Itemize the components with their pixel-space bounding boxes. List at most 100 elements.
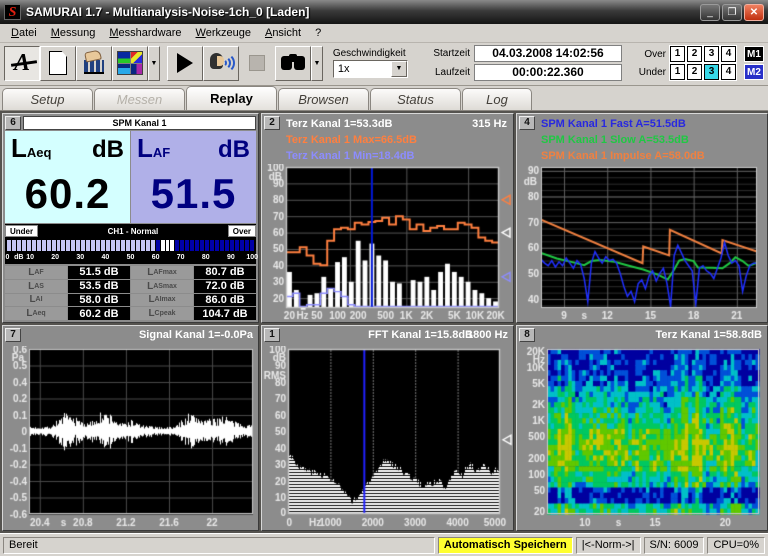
new-document-button[interactable] [40, 46, 76, 81]
autosave-indicator: Automatisch Speichern [438, 537, 573, 554]
m2-button[interactable]: M2 [744, 64, 764, 80]
panel-fft: 1 FFT Kanal 1=15.8dB 1800 Hz [261, 325, 514, 531]
meter-segment [175, 240, 179, 251]
stop-icon [249, 55, 265, 71]
stop-button[interactable] [239, 46, 275, 81]
terz-spectrum-chart[interactable] [262, 164, 513, 322]
meter-segment [235, 240, 239, 251]
tab-replay[interactable]: Replay [186, 86, 277, 110]
meter-segment [96, 240, 100, 251]
over-button-2[interactable]: 2 [687, 46, 702, 62]
panel-badge[interactable]: 7 [5, 328, 21, 342]
tab-messen[interactable]: Messen [94, 88, 185, 110]
meter-segment [42, 240, 46, 251]
meter-scale-label: dB [14, 254, 23, 261]
over-button-4[interactable]: 4 [721, 46, 736, 62]
fft-header: FFT Kanal 1=15.8dB [368, 329, 473, 341]
under-button-1[interactable]: 1 [670, 64, 685, 80]
level-value: 58.0 dB [68, 294, 130, 307]
over-button-3[interactable]: 3 [704, 46, 719, 62]
under-button-4[interactable]: 4 [721, 64, 736, 80]
panel-badge[interactable]: 2 [264, 116, 280, 130]
panel-badge[interactable]: 4 [519, 116, 535, 130]
report-button[interactable] [76, 46, 112, 81]
laufzeit-field: 00:00:22.360 [474, 64, 622, 81]
meter-scale-label: 0 [6, 254, 10, 261]
meter-scale-label: 90 [227, 254, 235, 261]
level-label: LASmax [131, 280, 193, 293]
tab-status[interactable]: Status [370, 88, 461, 110]
menu-item-?[interactable]: ? [308, 25, 328, 41]
tab-setup[interactable]: Setup [2, 88, 93, 110]
panel-badge[interactable]: 1 [264, 328, 280, 342]
table-row: LAI58.0 dBLAImax86.0 dB [5, 294, 256, 307]
level-value: 60.2 dB [68, 307, 130, 320]
menu-item-werkzeuge[interactable]: Werkzeuge [189, 25, 258, 41]
samurai-home-button[interactable]: A [4, 46, 40, 81]
meter-segment [230, 240, 234, 251]
meter-segment [180, 240, 184, 251]
chevron-down-icon[interactable]: ▼ [391, 61, 407, 77]
level-meter [5, 238, 256, 253]
play-icon [177, 53, 193, 73]
fft-chart[interactable] [262, 346, 513, 530]
meter-scale-label: 20 [51, 254, 59, 261]
meter-segment [37, 240, 41, 251]
speed-block: Geschwindigkeit 1x ▼ [333, 48, 408, 78]
under-button-3[interactable]: 3 [704, 64, 719, 80]
meter-segment [7, 240, 11, 251]
close-button[interactable]: ✕ [744, 4, 764, 21]
chart-layout-icon [117, 51, 143, 75]
spm-time-chart[interactable] [517, 164, 765, 322]
search-button[interactable] [275, 46, 311, 81]
window-title: SAMURAI 1.7 - Multianalysis-Noise-1ch_0 … [26, 5, 698, 19]
play-button[interactable] [167, 46, 203, 81]
sonogram-header: Terz Kanal 1=58.8dB [656, 329, 762, 341]
meter-segment [101, 240, 105, 251]
panel-spm-time: 4 SPM Kanal 1 Fast A=51.5dB SPM Kanal 1 … [516, 113, 768, 323]
startzeit-field: 04.03.2008 14:02:56 [474, 45, 622, 62]
app-logo-icon: S [4, 4, 21, 20]
meter-scale-label: 40 [101, 254, 109, 261]
panel-badge[interactable]: 8 [519, 328, 535, 342]
toolbar: A ▼ ▼ Geschwindigkeit 1x ▼ Startzeit 04.… [0, 43, 768, 86]
tab-log[interactable]: Log [462, 88, 532, 110]
level-value: 51.5 dB [68, 266, 130, 279]
signal-wave-chart[interactable] [3, 346, 258, 530]
minimize-button[interactable]: _ [700, 4, 720, 21]
chart-layout-dropdown[interactable]: ▼ [148, 46, 160, 81]
chart-layout-button[interactable] [112, 46, 148, 81]
level-value: 104.7 dB [194, 307, 256, 320]
tab-browsen[interactable]: Browsen [278, 88, 369, 110]
meter-scale-label: 70 [177, 254, 185, 261]
panel-title: SPM Kanal 1 [23, 116, 256, 130]
menu-item-messhardware[interactable]: Messhardware [102, 25, 188, 41]
menu-item-messung[interactable]: Messung [44, 25, 103, 41]
speed-select[interactable]: 1x ▼ [333, 60, 408, 78]
laeq-value: 60.2 [11, 168, 124, 220]
norm-indicator: |<-Norm->| [576, 537, 641, 554]
level-label: LAeq [5, 307, 67, 320]
level-label: LAS [5, 280, 67, 293]
signal-header: Signal Kanal 1=-0.0Pa [139, 329, 253, 341]
status-bar: Bereit Automatisch Speichern |<-Norm->| … [0, 533, 768, 556]
maximize-button[interactable]: ❐ [722, 4, 742, 21]
meter-segment [250, 240, 254, 251]
over-button-1[interactable]: 1 [670, 46, 685, 62]
level-value: 72.0 dB [194, 280, 256, 293]
search-dropdown[interactable]: ▼ [311, 46, 323, 81]
menu-item-ansicht[interactable]: Ansicht [258, 25, 308, 41]
menu-item-datei[interactable]: Datei [4, 25, 44, 41]
panel-badge[interactable]: 6 [5, 116, 21, 130]
under-button-2[interactable]: 2 [687, 64, 702, 80]
meter-segment [156, 240, 160, 251]
sonogram-chart[interactable] [517, 346, 765, 530]
meter-scale-label: 80 [202, 254, 210, 261]
spm-slow-label: SPM Kanal 1 Slow A=53.5dB [541, 132, 761, 148]
listen-button[interactable] [203, 46, 239, 81]
m1-button[interactable]: M1 [744, 46, 764, 62]
level-label: LAI [5, 294, 67, 307]
time-block: Startzeit 04.03.2008 14:02:56 Laufzeit 0… [422, 45, 622, 81]
speed-label: Geschwindigkeit [333, 48, 408, 59]
level-meter-scale: 0dB102030405060708090100 [5, 253, 256, 264]
